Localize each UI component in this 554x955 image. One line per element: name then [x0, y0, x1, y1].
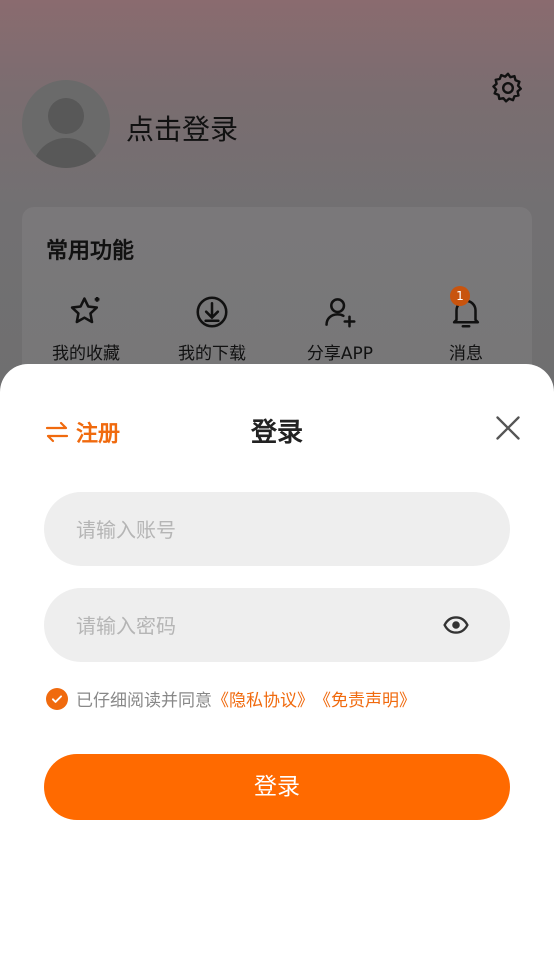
favorites-label: 我的收藏: [52, 344, 120, 364]
login-button[interactable]: 登录: [44, 754, 510, 820]
eye-icon[interactable]: [442, 612, 470, 638]
password-field[interactable]: [44, 588, 510, 664]
login-prompt[interactable]: 点击登录: [126, 108, 238, 148]
downloads-label: 我的下载: [178, 344, 246, 364]
check-icon: [51, 694, 63, 703]
privacy-link[interactable]: 《隐私协议》: [212, 686, 314, 711]
download-icon: [196, 296, 228, 328]
agree-text: 已仔细阅读并同意: [76, 691, 212, 711]
login-sheet: 注册 登录 已仔细阅读并同意 《隐私协议》 《免责声明》 登录: [0, 364, 554, 955]
downloads-item[interactable]: 我的下载: [162, 293, 262, 364]
share-app-label: 分享APP: [306, 344, 374, 364]
star-icon: [70, 296, 100, 324]
messages-label: 消息: [449, 344, 483, 364]
close-icon[interactable]: [494, 414, 522, 442]
share-user-icon: [325, 298, 356, 328]
avatar-body: [32, 138, 100, 168]
sheet-title: 登录: [250, 418, 303, 448]
agreement-row: 已仔细阅读并同意 《隐私协议》 《免责声明》: [46, 686, 416, 711]
share-app-item[interactable]: 分享APP: [290, 293, 390, 364]
account-input[interactable]: [74, 492, 438, 568]
disclaimer-link[interactable]: 《免责声明》: [314, 686, 416, 711]
message-count-badge: 1: [450, 286, 470, 306]
avatar[interactable]: [22, 80, 110, 168]
agree-checkbox[interactable]: [46, 687, 68, 710]
common-functions-title: 常用功能: [46, 239, 135, 264]
gear-icon[interactable]: [490, 70, 526, 106]
avatar-head: [48, 98, 84, 134]
favorites-item[interactable]: 我的收藏: [36, 293, 136, 364]
account-field[interactable]: [44, 492, 510, 568]
password-input[interactable]: [74, 588, 438, 664]
